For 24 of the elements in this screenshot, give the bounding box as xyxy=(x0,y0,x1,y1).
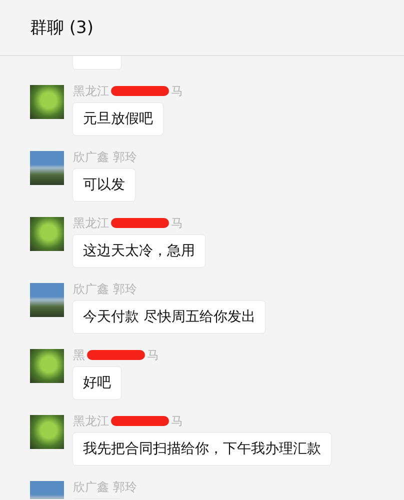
message-bubble: 今天付款 尽快周五给你发出 xyxy=(73,301,266,333)
avatar-photo-placeholder[interactable] xyxy=(30,415,64,449)
message-bubble: 可以发 xyxy=(73,169,135,201)
sender-name: 欣广鑫 郭玲 xyxy=(73,478,137,496)
sender-name: 欣广鑫 郭玲 xyxy=(73,148,137,166)
sender-name: 马 xyxy=(171,82,183,100)
avatar-photo-placeholder[interactable] xyxy=(30,85,64,119)
sender-name: 马 xyxy=(147,346,159,364)
sender-name: 黑龙江 xyxy=(73,412,109,430)
avatar-photo-placeholder[interactable] xyxy=(30,217,64,251)
message-bubble: 好吧 xyxy=(73,367,121,399)
message-bubble: 元旦放假吧 xyxy=(73,103,163,135)
avatar-photo-placeholder[interactable] xyxy=(30,151,64,185)
sender-name: 马 xyxy=(171,214,183,232)
avatar-photo-placeholder[interactable] xyxy=(30,349,64,383)
sender-name: 马 xyxy=(171,412,183,430)
sender-name: 黑龙江 xyxy=(73,214,109,232)
chat-title: 群聊 (3) xyxy=(30,17,94,39)
avatar-photo-placeholder[interactable] xyxy=(30,283,64,317)
sender-name: 黑 xyxy=(73,346,85,364)
sender-name: 黑龙江 xyxy=(73,82,109,100)
message-bubble: 这边天太冷，急用 xyxy=(73,235,205,267)
message-bubble: 我先把合同扫描给你，下午我办理汇款 xyxy=(73,433,331,465)
sender-name: 欣广鑫 郭玲 xyxy=(73,280,137,298)
